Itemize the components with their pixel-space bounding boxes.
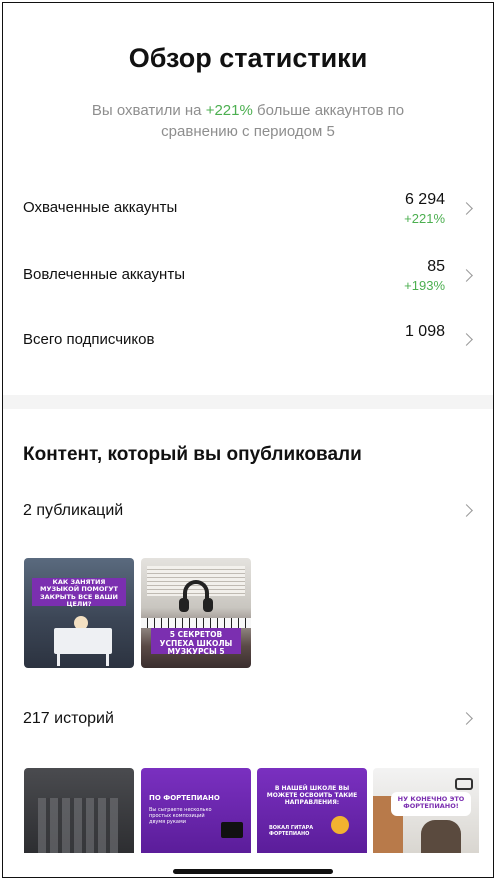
piano-keys xyxy=(141,618,251,628)
story-subtext: Вы сыграете несколько простых композиций… xyxy=(149,807,212,825)
piano-leg xyxy=(106,654,109,666)
story-thumbnail[interactable]: НУ КОНЕЧНО ЭТО ФОРТЕПИАНО! xyxy=(373,768,479,853)
chevron-right-icon xyxy=(460,269,473,282)
chevron-right-icon xyxy=(460,504,473,517)
group-photo xyxy=(38,798,118,853)
story-caption: В НАШЕЙ ШКОЛЕ ВЫ МОЖЕТЕ ОСВОИТЬ ТАКИЕ НА… xyxy=(266,785,358,806)
story-caption: ПО ФОРТЕПИАНО xyxy=(149,794,220,802)
person-figure xyxy=(421,820,461,853)
posts-row[interactable]: 2 публикаций xyxy=(23,498,473,528)
stat-delta: +221% xyxy=(404,211,445,226)
post-thumbnail[interactable]: 5 СЕКРЕТОВ УСПЕХА ШКОЛЫ МУЗКУРСЫ 5 xyxy=(141,558,251,668)
stories-count-label: 217 историй xyxy=(23,710,114,727)
stat-label: Всего подписчиков xyxy=(23,331,155,348)
stat-label: Вовлеченные аккаунты xyxy=(23,266,185,283)
screen: Обзор статистики Вы охватили на +221% бо… xyxy=(2,2,494,878)
story-thumbnail[interactable]: В НАШЕЙ ШКОЛЕ ВЫ МОЖЕТЕ ОСВОИТЬ ТАКИЕ НА… xyxy=(257,768,367,853)
piano-leg xyxy=(57,654,60,666)
story-thumbnail[interactable]: ПО ФОРТЕПИАНО Вы сыграете несколько прос… xyxy=(141,768,251,853)
headphone-cup xyxy=(179,598,189,612)
stat-value: 85 xyxy=(427,258,445,275)
posts-count-label: 2 публикаций xyxy=(23,502,124,519)
story-subtext: ВОКАЛ ГИТАРА ФОРТЕПИАНО xyxy=(269,825,314,837)
stat-row-engaged-accounts[interactable]: Вовлеченные аккаунты 85 +193% xyxy=(23,258,473,298)
overview-subtitle: Вы охватили на +221% больше аккаунтов по… xyxy=(63,100,433,142)
piano-figure xyxy=(221,822,243,838)
home-indicator[interactable] xyxy=(173,869,333,874)
section-divider xyxy=(3,395,493,409)
headphone-cup xyxy=(203,598,213,612)
music-note-icon xyxy=(331,816,349,834)
piano-figure xyxy=(54,628,112,654)
stat-row-total-followers[interactable]: Всего подписчиков 1 098 xyxy=(23,323,473,363)
stories-row[interactable]: 217 историй xyxy=(23,706,473,736)
post-caption: КАК ЗАНЯТИЯ МУЗЫКОЙ ПОМОГУТ ЗАКРЫТЬ ВСЕ … xyxy=(40,578,118,609)
stat-row-reached-accounts[interactable]: Охваченные аккаунты 6 294 +221% xyxy=(23,191,473,231)
post-caption: 5 СЕКРЕТОВ УСПЕХА ШКОЛЫ МУЗКУРСЫ 5 xyxy=(159,630,233,657)
chevron-right-icon xyxy=(460,712,473,725)
story-caption: НУ КОНЕЧНО ЭТО ФОРТЕПИАНО! xyxy=(397,795,465,811)
stat-value: 1 098 xyxy=(404,323,445,340)
content-section-title: Контент, который вы опубликовали xyxy=(23,444,362,465)
stat-delta: +193% xyxy=(404,278,445,293)
chevron-right-icon xyxy=(460,333,473,346)
subtitle-text-start: Вы охватили на xyxy=(91,102,206,119)
subtitle-highlight: +221% xyxy=(205,102,253,119)
stat-label: Охваченные аккаунты xyxy=(23,199,178,216)
camera-icon xyxy=(455,778,473,790)
stat-value: 6 294 xyxy=(404,191,445,208)
page-title: Обзор статистики xyxy=(128,43,368,73)
chevron-right-icon xyxy=(460,202,473,215)
post-thumbnail[interactable]: КАК ЗАНЯТИЯ МУЗЫКОЙ ПОМОГУТ ЗАКРЫТЬ ВСЕ … xyxy=(24,558,134,668)
story-thumbnail[interactable] xyxy=(24,768,134,853)
